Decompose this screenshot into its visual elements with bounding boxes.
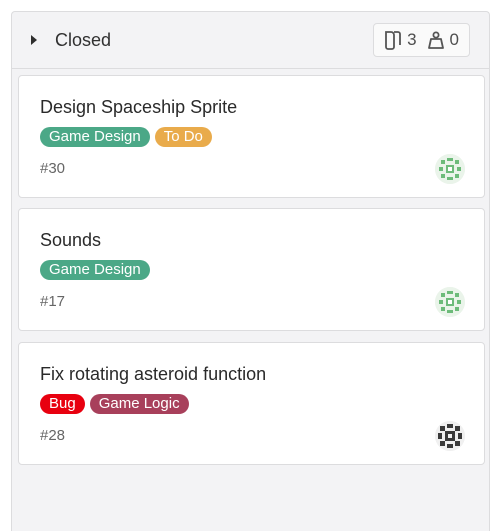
issue-number: #30 <box>40 160 66 177</box>
weight-icon <box>427 31 444 49</box>
issue-card[interactable]: Sounds Game Design #17 <box>18 208 485 331</box>
issue-labels: Game Design To Do <box>40 127 217 147</box>
issue-labels: Game Design <box>40 260 155 280</box>
issue-labels: Bug Game Logic <box>40 394 194 414</box>
avatar[interactable] <box>435 421 465 451</box>
issue-card[interactable]: Fix rotating asteroid function Bug Game … <box>18 342 485 465</box>
list-title: Closed <box>55 29 112 50</box>
avatar[interactable] <box>435 287 465 317</box>
issue-count-value: 3 <box>407 30 417 49</box>
issue-title[interactable]: Design Spaceship Sprite <box>40 97 237 118</box>
weight-count-value: 0 <box>449 30 459 49</box>
issue-count: 3 <box>384 30 417 50</box>
issue-number: #17 <box>40 293 66 310</box>
green-identicon <box>435 287 465 317</box>
list-header[interactable]: Closed 3 0 <box>12 12 489 69</box>
list-counts: 3 0 <box>373 23 470 57</box>
label-game-design[interactable]: Game Design <box>40 127 150 147</box>
issue-card[interactable]: Design Spaceship Sprite Game Design To D… <box>18 75 485 198</box>
avatar[interactable] <box>435 154 465 184</box>
board-list-closed: Closed 3 0 Design Spaceship Sprite Game … <box>11 11 490 531</box>
label-game-design[interactable]: Game Design <box>40 260 150 280</box>
issue-title[interactable]: Sounds <box>40 230 101 251</box>
weight-count: 0 <box>427 30 459 50</box>
label-to-do[interactable]: To Do <box>154 127 212 147</box>
label-bug[interactable]: Bug <box>40 394 85 414</box>
dark-identicon <box>435 421 465 451</box>
label-game-logic[interactable]: Game Logic <box>89 394 189 414</box>
issues-icon <box>385 31 401 50</box>
issue-title[interactable]: Fix rotating asteroid function <box>40 364 266 385</box>
chevron-right-icon[interactable] <box>31 35 37 45</box>
green-identicon <box>435 154 465 184</box>
issue-number: #28 <box>40 427 66 444</box>
